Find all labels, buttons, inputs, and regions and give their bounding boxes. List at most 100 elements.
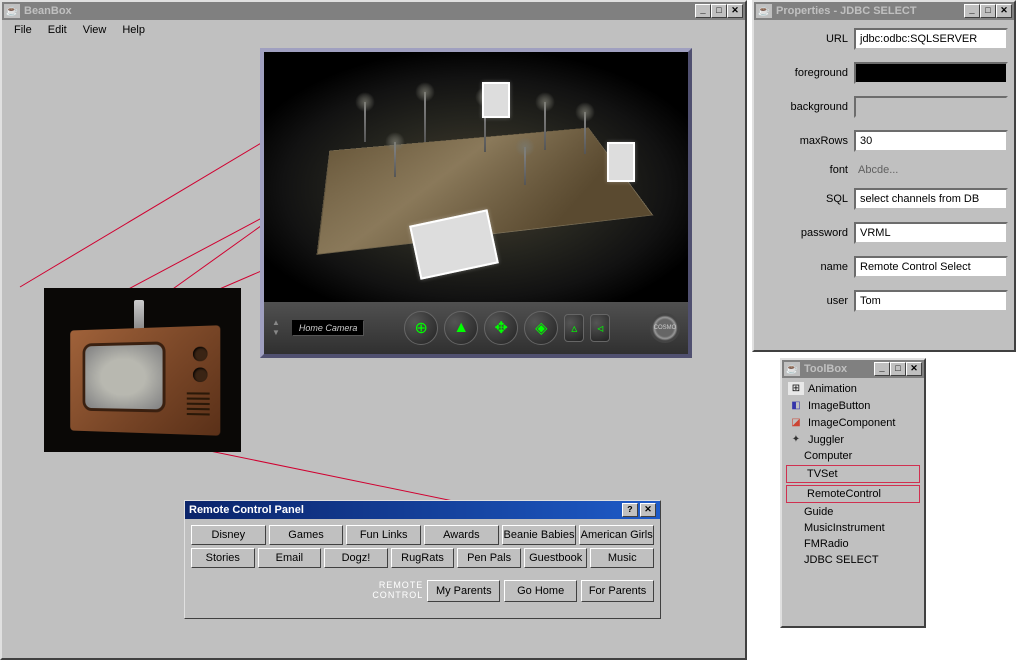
toolbox-item[interactable]: TVSet xyxy=(786,465,920,483)
minimize-button[interactable]: _ xyxy=(695,4,711,18)
property-row: URLjdbc:odbc:SQLSERVER xyxy=(760,28,1008,50)
property-field[interactable] xyxy=(854,62,1008,84)
java-icon: ☕ xyxy=(4,4,20,18)
expand-toggle[interactable]: ▲▼ xyxy=(272,319,280,337)
viewer-control-bar: ▲▼ Home Camera ⊕ ▲ ✥ ◈ ▵ ◃ COSMO xyxy=(264,302,688,354)
toolbox-item-label: TVSet xyxy=(807,468,838,480)
tv-knob[interactable] xyxy=(193,347,208,362)
channel-button[interactable]: Music xyxy=(590,548,654,568)
toolbox-item[interactable]: ImageComponent xyxy=(784,414,922,431)
toolbox-item-label: Animation xyxy=(808,383,857,395)
toolbox-item[interactable]: ImageButton xyxy=(784,397,922,414)
maximize-button[interactable]: □ xyxy=(890,362,906,376)
toolbox-item[interactable]: MusicInstrument xyxy=(784,520,922,536)
vrml-viewer[interactable]: ▲▼ Home Camera ⊕ ▲ ✥ ◈ ▵ ◃ COSMO xyxy=(260,48,692,358)
channel-button[interactable]: Guestbook xyxy=(524,548,588,568)
property-field[interactable]: 30 xyxy=(854,130,1008,152)
tv-antenna xyxy=(134,300,144,330)
rotate-button[interactable]: ◈ xyxy=(524,311,558,345)
scene-photo[interactable] xyxy=(607,142,635,182)
toolbox-item-label: FMRadio xyxy=(804,538,849,550)
channel-button[interactable]: Pen Pals xyxy=(457,548,521,568)
camera-selector[interactable]: Home Camera xyxy=(292,320,365,336)
scene-tree xyxy=(524,147,526,185)
cosmo-logo-icon: COSMO xyxy=(650,313,680,343)
properties-titlebar[interactable]: ☕ Properties - JDBC SELECT _ □ ✕ xyxy=(754,2,1014,20)
property-field[interactable]: jdbc:odbc:SQLSERVER xyxy=(854,28,1008,50)
close-button[interactable]: ✕ xyxy=(906,362,922,376)
close-button[interactable]: ✕ xyxy=(640,503,656,517)
property-label: SQL xyxy=(760,193,854,205)
property-row: maxRows30 xyxy=(760,130,1008,152)
scene-tree xyxy=(364,102,366,142)
property-field[interactable]: Remote Control Select xyxy=(854,256,1008,278)
toolbox-item[interactable]: Computer xyxy=(784,448,922,464)
beanbox-titlebar[interactable]: ☕ BeanBox _ □ ✕ xyxy=(2,2,745,20)
seek-button[interactable]: ▵ xyxy=(564,314,584,342)
beanbox-window: ☕ BeanBox _ □ ✕ File Edit View Help xyxy=(0,0,747,660)
toolbox-titlebar[interactable]: ☕ ToolBox _ □ ✕ xyxy=(782,360,924,378)
property-label: background xyxy=(760,101,854,113)
for-parents-button[interactable]: For Parents xyxy=(581,580,654,602)
property-label: user xyxy=(760,295,854,307)
channel-button[interactable]: Beanie Babies xyxy=(502,525,577,545)
tv-speaker xyxy=(187,390,210,415)
anim-icon: ⊞ xyxy=(788,382,804,395)
menu-help[interactable]: Help xyxy=(114,22,153,38)
channel-button[interactable]: Dogz! xyxy=(324,548,388,568)
toolbox-item[interactable]: JDBC SELECT xyxy=(784,552,922,568)
toolbox-item[interactable]: ⊞ Animation xyxy=(784,380,922,397)
toolbox-item[interactable]: Juggler xyxy=(784,431,922,448)
properties-window: ☕ Properties - JDBC SELECT _ □ ✕ URLjdbc… xyxy=(752,0,1016,352)
property-field[interactable]: Tom xyxy=(854,290,1008,312)
target-button[interactable]: ⊕ xyxy=(404,311,438,345)
help-button[interactable]: ? xyxy=(622,503,638,517)
tv-knob[interactable] xyxy=(193,367,208,382)
channel-button[interactable]: Disney xyxy=(191,525,266,545)
jug-icon xyxy=(788,433,804,446)
property-field[interactable]: select channels from DB xyxy=(854,188,1008,210)
toolbox-item[interactable]: RemoteControl xyxy=(786,485,920,503)
channel-button[interactable]: Games xyxy=(269,525,344,545)
remote-titlebar[interactable]: Remote Control Panel ? ✕ xyxy=(185,501,660,519)
move-button[interactable]: ✥ xyxy=(484,311,518,345)
channel-button[interactable]: Awards xyxy=(424,525,499,545)
imgcmp-icon xyxy=(788,416,804,429)
my-parents-button[interactable]: My Parents xyxy=(427,580,500,602)
toolbox-item-label: Computer xyxy=(804,450,852,462)
imgbtn-icon xyxy=(788,399,804,412)
channel-button[interactable]: Email xyxy=(258,548,322,568)
maximize-button[interactable]: □ xyxy=(980,4,996,18)
close-button[interactable]: ✕ xyxy=(727,4,743,18)
channel-button[interactable]: Stories xyxy=(191,548,255,568)
toolbox-item[interactable]: Guide xyxy=(784,504,922,520)
scene-photo[interactable] xyxy=(482,82,510,118)
minimize-button[interactable]: _ xyxy=(964,4,980,18)
pan-button[interactable]: ▲ xyxy=(444,311,478,345)
minimize-button[interactable]: _ xyxy=(874,362,890,376)
channel-button[interactable]: RugRats xyxy=(391,548,455,568)
channel-button[interactable]: American Girls xyxy=(579,525,654,545)
tv-screen xyxy=(83,341,166,412)
toolbox-item-label: JDBC SELECT xyxy=(804,554,879,566)
toolbox-item-label: ImageComponent xyxy=(808,417,895,429)
close-button[interactable]: ✕ xyxy=(996,4,1012,18)
property-field[interactable] xyxy=(854,96,1008,118)
property-static: Abcde... xyxy=(854,164,1008,176)
property-row: nameRemote Control Select xyxy=(760,256,1008,278)
toolbox-item-label: Juggler xyxy=(808,434,844,446)
go-home-button[interactable]: Go Home xyxy=(504,580,577,602)
button-row-1: Disney Games Fun Links Awards Beanie Bab… xyxy=(191,525,654,545)
toolbox-item[interactable]: FMRadio xyxy=(784,536,922,552)
menu-file[interactable]: File xyxy=(6,22,40,38)
scene-tree xyxy=(544,102,546,150)
tvset-bean[interactable] xyxy=(44,288,241,452)
toolbox-item-label: MusicInstrument xyxy=(804,522,885,534)
property-row: passwordVRML xyxy=(760,222,1008,244)
channel-button[interactable]: Fun Links xyxy=(346,525,421,545)
straighten-button[interactable]: ◃ xyxy=(590,314,610,342)
maximize-button[interactable]: □ xyxy=(711,4,727,18)
menu-edit[interactable]: Edit xyxy=(40,22,75,38)
property-field[interactable]: VRML xyxy=(854,222,1008,244)
menu-view[interactable]: View xyxy=(75,22,115,38)
